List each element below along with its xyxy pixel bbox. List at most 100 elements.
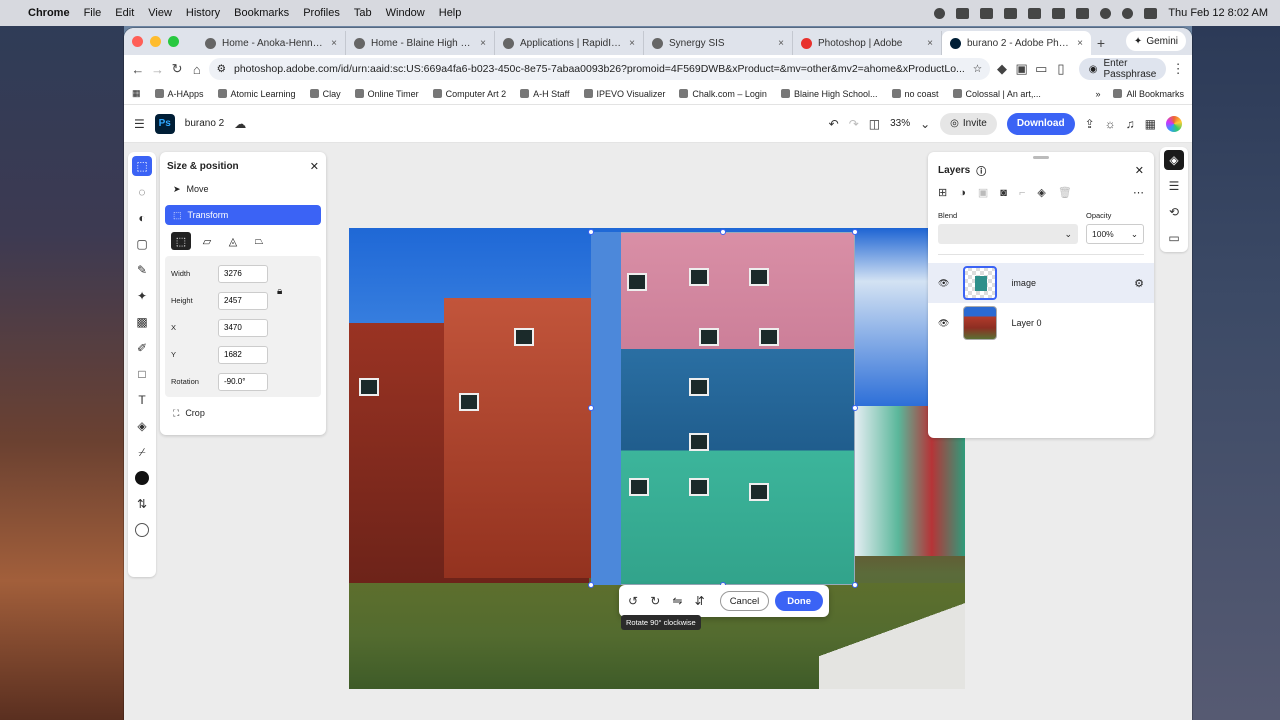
home-icon[interactable]	[1052, 7, 1066, 19]
marquee-tool-icon[interactable]: ▢	[132, 234, 152, 254]
bookmark-item[interactable]: Atomic Learning	[217, 89, 296, 99]
zoom-chevron-down-icon[interactable]: ⌄	[920, 117, 930, 131]
lasso-select-tool-icon[interactable]: ◌	[132, 182, 152, 202]
more-bookmarks-chevron-icon[interactable]: »	[1095, 89, 1100, 99]
enter-passphrase-button[interactable]: ◉ Enter Passphrase	[1078, 58, 1167, 80]
menu-edit[interactable]: Edit	[115, 7, 134, 19]
menu-tab[interactable]: Tab	[354, 7, 372, 19]
clipping-mask-icon[interactable]: ▣	[978, 186, 988, 199]
comments-icon[interactable]: ▭	[1164, 228, 1184, 248]
tab-close-icon[interactable]: ×	[1077, 38, 1083, 49]
cloud-sync-icon[interactable]: ☁	[234, 117, 246, 131]
download-button[interactable]: Download	[1006, 112, 1075, 135]
transform-handle[interactable]	[588, 229, 594, 235]
menu-help[interactable]: Help	[439, 7, 462, 19]
extension-icon[interactable]: ◆	[994, 58, 1010, 80]
menu-profiles[interactable]: Profiles	[303, 7, 340, 19]
browser-tab-active[interactable]: burano 2 - Adobe Photosho ×	[942, 31, 1091, 55]
history-icon[interactable]: ⟲	[1164, 202, 1184, 222]
tab-search-icon[interactable]: ▭	[1034, 58, 1050, 80]
bookmark-item[interactable]: Blaine High School...	[780, 89, 878, 99]
opacity-select[interactable]: 100% ⌄	[1086, 224, 1144, 244]
new-tab-button[interactable]: +	[1091, 31, 1111, 55]
reload-icon[interactable]: ↻	[169, 58, 185, 80]
tab-close-icon[interactable]: ×	[480, 38, 486, 49]
zoom-window-button[interactable]	[168, 36, 179, 47]
extensions-puzzle-icon[interactable]: ▣	[1014, 58, 1030, 80]
chrome-menu-icon[interactable]: ⋮	[1170, 58, 1186, 80]
done-button[interactable]: Done	[775, 591, 824, 611]
transform-handle[interactable]	[852, 582, 858, 588]
type-tool-icon[interactable]: T	[132, 390, 152, 410]
skew-icon[interactable]: ▱	[197, 232, 217, 250]
display-icon[interactable]	[1004, 7, 1018, 19]
document-title[interactable]: burano 2	[185, 118, 224, 129]
transform-tool-icon[interactable]: ⬚	[132, 156, 152, 176]
brush-tool-icon[interactable]: ✐	[132, 338, 152, 358]
menu-app-name[interactable]: Chrome	[28, 7, 70, 19]
generative-fill-tool-icon[interactable]: ✦	[132, 286, 152, 306]
browser-tab[interactable]: Home - Blaine High School ×	[346, 31, 495, 55]
tab-close-icon[interactable]: ×	[629, 38, 635, 49]
forward-icon[interactable]: →	[150, 58, 166, 80]
all-bookmarks-button[interactable]: » All Bookmarks	[1095, 89, 1184, 99]
gemini-button[interactable]: ✦ Gemini	[1125, 31, 1186, 51]
add-layer-icon[interactable]: ⊞	[938, 186, 947, 199]
rotate-counterclockwise-icon[interactable]: ↺	[625, 591, 641, 611]
dropbox-icon[interactable]	[980, 7, 994, 19]
redo-icon[interactable]: ↷	[849, 117, 859, 131]
back-icon[interactable]: ←	[130, 58, 146, 80]
wifi-icon[interactable]	[1100, 7, 1112, 19]
delete-layer-icon[interactable]: 🗑︎	[1058, 186, 1072, 199]
properties-panel-icon[interactable]: ☰	[1164, 176, 1184, 196]
learn-lightbulb-icon[interactable]: ☼	[1105, 117, 1116, 131]
app-grid-icon[interactable]: ▦	[1145, 117, 1156, 131]
bookmark-item[interactable]: no coast	[891, 89, 939, 99]
transform-handle[interactable]	[588, 582, 594, 588]
browser-tab[interactable]: Home - Anoka-Hennepin Sc ×	[197, 31, 346, 55]
cancel-button[interactable]: Cancel	[719, 591, 770, 611]
menu-window[interactable]: Window	[386, 7, 425, 19]
browser-tab[interactable]: Photoshop | Adobe ×	[793, 31, 942, 55]
bookmark-folder[interactable]: Computer Art 2	[432, 89, 506, 99]
transform-option[interactable]: ⬚ Transform	[165, 205, 321, 225]
more-options-icon[interactable]: ⋯	[1133, 186, 1144, 199]
share-icon[interactable]: ⇪	[1085, 117, 1095, 131]
free-transform-icon[interactable]: ⬚	[171, 232, 191, 250]
layer-properties-icon[interactable]: ⚙	[1134, 277, 1144, 290]
compare-view-icon[interactable]: ◫	[869, 117, 880, 131]
record-icon[interactable]	[934, 7, 946, 19]
healing-brush-tool-icon[interactable]: ✎	[132, 260, 152, 280]
visibility-eye-icon[interactable]: 👁︎	[938, 318, 949, 329]
battery-icon[interactable]	[1076, 7, 1090, 19]
menu-file[interactable]: File	[84, 7, 102, 19]
rotation-input[interactable]	[218, 372, 268, 391]
menu-history[interactable]: History	[186, 7, 220, 19]
creative-cloud-icon[interactable]	[956, 7, 970, 19]
transform-handle[interactable]	[852, 229, 858, 235]
zoom-level[interactable]: 33%	[890, 118, 910, 129]
spotlight-search-icon[interactable]	[1122, 7, 1134, 19]
home-icon[interactable]: ⌂	[189, 58, 205, 80]
bookmark-item[interactable]: Chalk.com – Login	[679, 89, 767, 99]
lock-aspect-ratio-icon[interactable]: 🔒︎	[277, 286, 282, 297]
tab-close-icon[interactable]: ×	[331, 38, 337, 49]
invite-button[interactable]: ◎ Invite	[940, 112, 997, 135]
hamburger-menu-icon[interactable]: ☰	[134, 117, 145, 131]
adjustment-layer-icon[interactable]: ◑	[959, 187, 966, 199]
menu-view[interactable]: View	[148, 7, 172, 19]
url-text[interactable]: photoshop.adobe.com/id/urn:aaid:sc:US:66…	[234, 63, 965, 75]
transform-handle[interactable]	[852, 405, 858, 411]
flip-vertical-icon[interactable]: ⇵	[692, 591, 708, 611]
undo-icon[interactable]: ↶	[829, 117, 839, 131]
layer-row[interactable]: 👁︎ Layer 0	[928, 303, 1154, 343]
layers-panel-icon[interactable]: ◈	[1164, 150, 1184, 170]
close-icon[interactable]: ✕	[310, 160, 319, 173]
bookmark-folder[interactable]: A-H Staff	[520, 89, 570, 99]
fill-tool-icon[interactable]: ◈	[132, 416, 152, 436]
flip-horizontal-icon[interactable]: ⇋	[669, 591, 685, 611]
close-window-button[interactable]	[132, 36, 143, 47]
tab-close-icon[interactable]: ×	[927, 38, 933, 49]
bookmark-item[interactable]: Colossal | An art,...	[952, 89, 1041, 99]
tab-close-icon[interactable]: ×	[778, 38, 784, 49]
